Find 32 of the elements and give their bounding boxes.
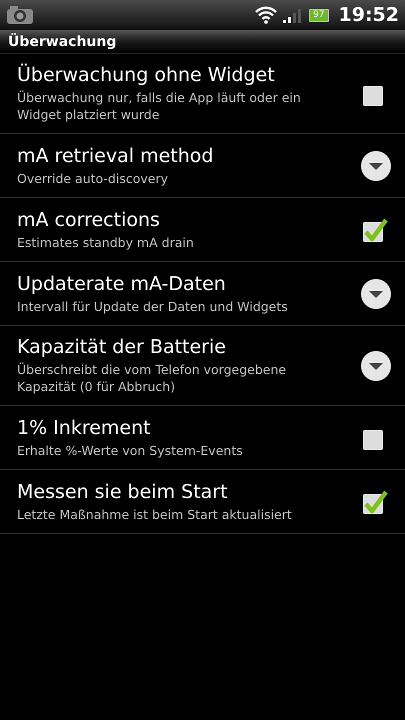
setting-title: Messen sie beim Start: [17, 480, 229, 502]
setting-title: 1% Inkrement: [17, 416, 152, 438]
setting-row[interactable]: mA retrieval method Override auto-discovery: [0, 134, 405, 198]
dropdown-icon[interactable]: [361, 350, 391, 380]
setting-summary: Erhalte %-Werte von System-Events: [17, 442, 244, 458]
setting-row[interactable]: Überwachung ohne Widget Überwachung nur, falls die App läuft oder ein Widget platziert wurde: [0, 54, 405, 134]
setting-title: Kapazität der Batterie: [17, 336, 227, 358]
setting-row[interactable]: Kapazität der Batterie Überschreibt die vom Telefon vorgegebene Kapazität (0 für Abbruch): [0, 326, 405, 406]
dropdown-icon[interactable]: [361, 150, 391, 180]
setting-row[interactable]: mA corrections Estimates standby mA drain: [0, 198, 405, 262]
setting-summary: Intervall für Update der Daten und Widgets: [17, 298, 289, 314]
battery-level: 97: [309, 8, 329, 22]
category-header: Überwachung: [0, 30, 405, 54]
setting-summary: Override auto-discovery: [17, 170, 169, 186]
setting-row[interactable]: 1% Inkrement Erhalte %-Werte von System-Events: [0, 406, 405, 470]
checkbox[interactable]: [362, 216, 389, 242]
dropdown-icon[interactable]: [361, 278, 391, 308]
setting-row[interactable]: Updaterate mA-Daten Intervall für Update der Daten und Widgets: [0, 262, 405, 326]
setting-row[interactable]: Messen sie beim Start Letzte Maßnahme ist beim Start aktualisiert: [0, 470, 405, 534]
setting-title: Überwachung ohne Widget: [17, 64, 276, 86]
setting-title: mA retrieval method: [17, 144, 214, 166]
wifi-icon: [255, 6, 278, 24]
setting-summary: Überschreibt die vom Telefon vorgegebene Kapazität (0 für Abbruch): [17, 361, 288, 395]
setting-title: mA corrections: [17, 208, 161, 230]
setting-summary: Letzte Maßnahme ist beim Start aktualisiert: [17, 506, 293, 522]
setting-title: Updaterate mA-Daten: [17, 272, 227, 294]
signal-icon: [283, 7, 304, 23]
checkbox[interactable]: [362, 488, 389, 514]
setting-summary: Estimates standby mA drain: [17, 234, 195, 250]
clock: 19:52: [338, 4, 399, 26]
camera-icon: [6, 5, 34, 25]
setting-summary: Überwachung nur, falls die App läuft oder ein Widget platziert wurde: [17, 89, 302, 123]
